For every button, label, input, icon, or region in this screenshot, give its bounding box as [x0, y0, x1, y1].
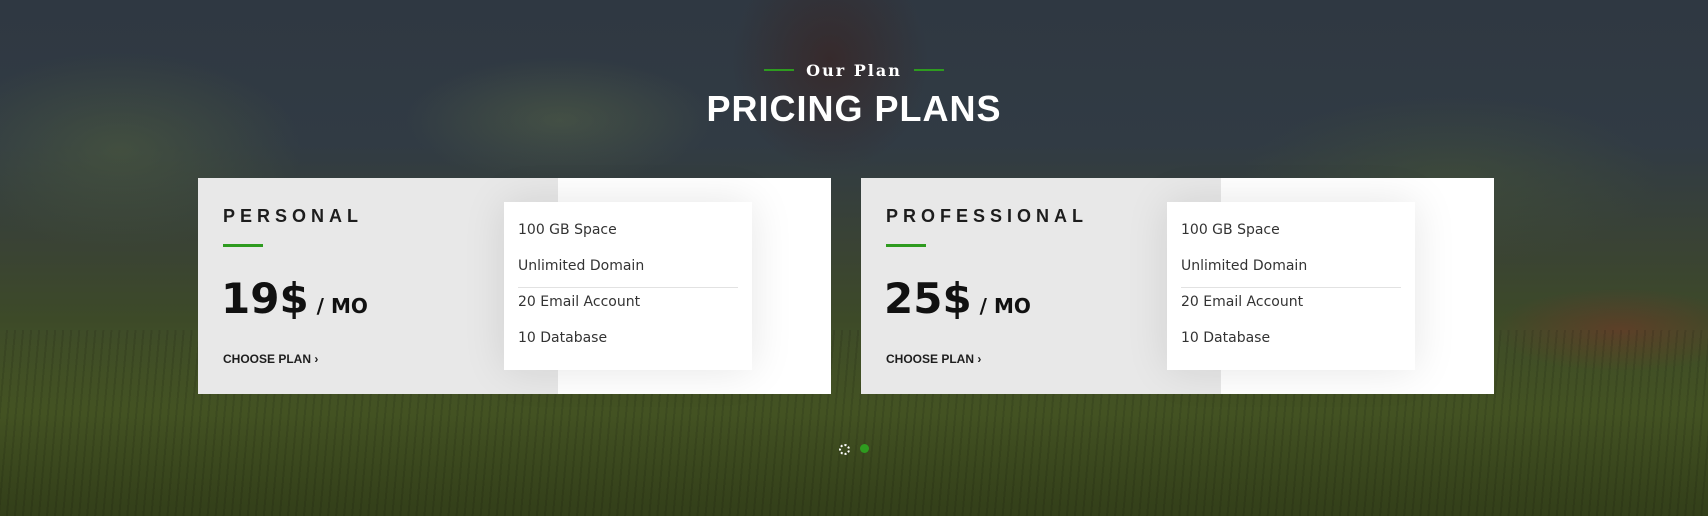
carousel-pagination: [0, 444, 1708, 455]
carousel-dot-2-active[interactable]: [860, 444, 869, 453]
plan-accent-bar: [886, 244, 926, 247]
subtitle-text: Our Plan: [806, 60, 902, 80]
pricing-card-personal: PERSONAL 19$ / MO CHOOSE PLAN › 100 GB Sp…: [198, 178, 831, 394]
feature-item: 20 Email Account: [518, 294, 641, 310]
subtitle-line-left: [764, 69, 795, 71]
feature-item: 20 Email Account: [1181, 294, 1304, 310]
section-subtitle: Our Plan: [764, 61, 944, 80]
plan-name: PERSONAL: [223, 206, 364, 226]
feature-item: 10 Database: [518, 330, 608, 346]
feature-item: Unlimited Domain: [518, 252, 738, 288]
section-heading: Our Plan PRICING PLANS: [0, 58, 1708, 130]
choose-plan-button[interactable]: CHOOSE PLAN ›: [886, 352, 981, 366]
section-title: PRICING PLANS: [706, 87, 1002, 129]
pricing-card-professional: PROFESSIONAL 25$ / MO CHOOSE PLAN › 100 G…: [861, 178, 1494, 394]
price-amount: 25$: [884, 274, 972, 323]
feature-item: Unlimited Domain: [1181, 252, 1401, 288]
price-amount: 19$: [221, 274, 309, 323]
feature-item: 100 GB Space: [518, 222, 617, 238]
subtitle-line-right: [913, 69, 944, 71]
plan-accent-bar: [223, 244, 263, 247]
carousel-dot-1[interactable]: [839, 444, 850, 455]
feature-list: 100 GB Space Unlimited Domain 20 Email A…: [504, 202, 752, 370]
plan-name: PROFESSIONAL: [886, 206, 1089, 226]
feature-list: 100 GB Space Unlimited Domain 20 Email A…: [1167, 202, 1415, 370]
price-period: / MO: [316, 294, 368, 318]
feature-item: 100 GB Space: [1181, 222, 1280, 238]
feature-item: 10 Database: [1181, 330, 1271, 346]
price-period: / MO: [979, 294, 1031, 318]
choose-plan-button[interactable]: CHOOSE PLAN ›: [223, 352, 318, 366]
plan-price: 19$ / MO: [221, 274, 368, 323]
plan-price: 25$ / MO: [884, 274, 1031, 323]
